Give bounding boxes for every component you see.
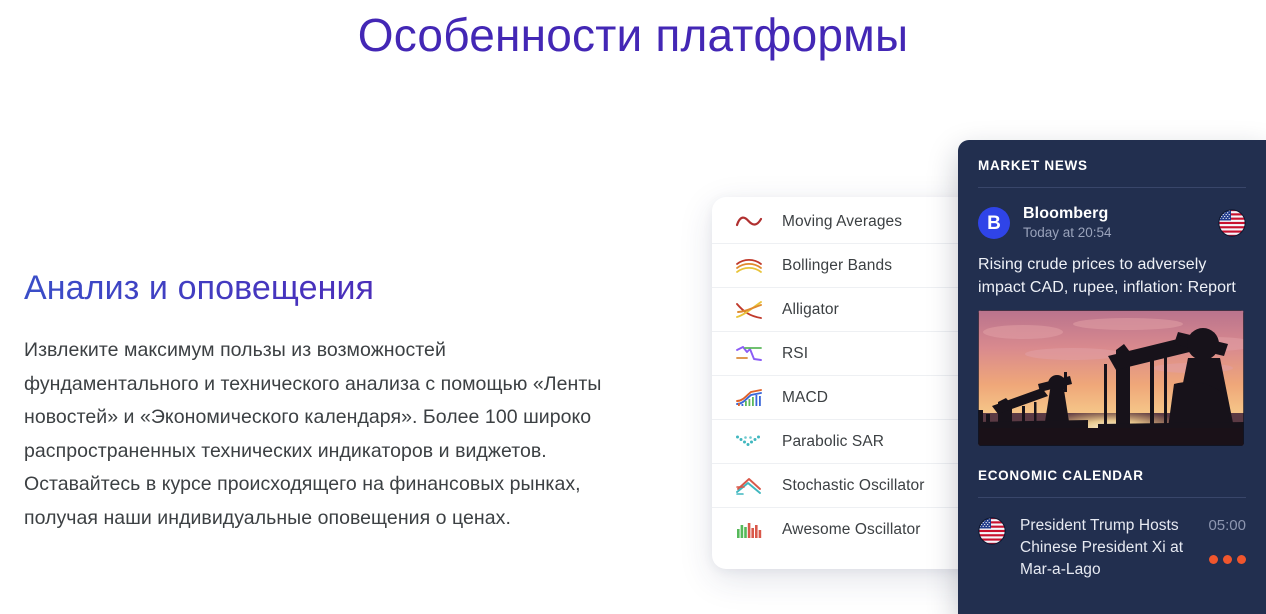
news-photo-oil-pumpjacks <box>978 310 1244 446</box>
indicator-label: Alligator <box>782 300 839 318</box>
indicator-row-bollinger-bands[interactable]: Bollinger Bands <box>712 244 980 288</box>
indicator-row-stochastic-oscillator[interactable]: Stochastic Oscillator <box>712 464 980 508</box>
feature-heading: Анализ и оповещения <box>24 268 634 308</box>
news-headline[interactable]: Rising crude prices to adversely impact … <box>978 253 1246 299</box>
impact-dot <box>1209 555 1218 564</box>
indicator-label: Moving Averages <box>782 212 903 230</box>
feature-body-text: Извлеките максимум пользы из возможносте… <box>24 339 602 529</box>
indicator-label: Awesome Oscillator <box>782 521 921 539</box>
calendar-event-time: 05:00 <box>1208 517 1246 534</box>
indicator-label: Parabolic SAR <box>782 432 885 450</box>
indicator-label: Bollinger Bands <box>782 256 893 274</box>
stochastic-oscillator-icon <box>736 477 761 495</box>
indicator-row-moving-averages[interactable]: Moving Averages <box>712 200 980 244</box>
market-news-divider <box>978 187 1246 188</box>
moving-averages-icon <box>735 216 763 226</box>
parabolic-sar-icon <box>736 435 760 446</box>
indicator-row-awesome-oscillator[interactable]: Awesome Oscillator <box>712 508 980 552</box>
feature-text-column: Анализ и оповещения Извлеките максимум п… <box>24 268 634 535</box>
rsi-icon <box>736 345 762 361</box>
page-title: Особенности платформы <box>357 9 909 61</box>
calendar-event-meta: 05:00 <box>1194 515 1246 581</box>
news-source-meta: Bloomberg Today at 20:54 <box>1023 205 1218 242</box>
bollinger-bands-icon <box>736 258 762 273</box>
news-source-name: Bloomberg <box>1023 204 1109 222</box>
economic-calendar-heading: ECONOMIC CALENDAR <box>978 468 1144 483</box>
indicator-row-parabolic-sar[interactable]: Parabolic SAR <box>712 420 980 464</box>
awesome-oscillator-icon <box>737 523 762 538</box>
calendar-event-row[interactable]: President Trump Hosts Chinese President … <box>978 515 1246 581</box>
indicator-label: RSI <box>782 344 809 362</box>
indicator-list-card: Moving Averages Bollinger Bands Alligato… <box>712 197 980 569</box>
alligator-icon <box>736 300 762 319</box>
macd-icon <box>736 388 762 406</box>
indicator-row-alligator[interactable]: Alligator <box>712 288 980 332</box>
indicator-label: Stochastic Oscillator <box>782 476 925 494</box>
indicator-label: MACD <box>782 388 829 406</box>
economic-calendar-divider <box>978 497 1246 498</box>
market-news-heading: MARKET NEWS <box>978 158 1088 173</box>
calendar-event-title: President Trump Hosts Chinese President … <box>1020 517 1184 578</box>
calendar-impact-dots <box>1194 555 1246 564</box>
market-news-panel: MARKET NEWS B Bloomberg Today at 20:54 R… <box>958 140 1266 614</box>
impact-dot <box>1223 555 1232 564</box>
news-source-row[interactable]: B Bloomberg Today at 20:54 <box>978 204 1246 242</box>
indicator-row-rsi[interactable]: RSI <box>712 332 980 376</box>
us-flag-icon <box>1218 209 1246 237</box>
impact-dot <box>1237 555 1246 564</box>
indicator-row-macd[interactable]: MACD <box>712 376 980 420</box>
bloomberg-logo-icon: B <box>978 207 1010 239</box>
us-flag-icon <box>978 517 1006 545</box>
news-timestamp: Today at 20:54 <box>1023 224 1112 240</box>
